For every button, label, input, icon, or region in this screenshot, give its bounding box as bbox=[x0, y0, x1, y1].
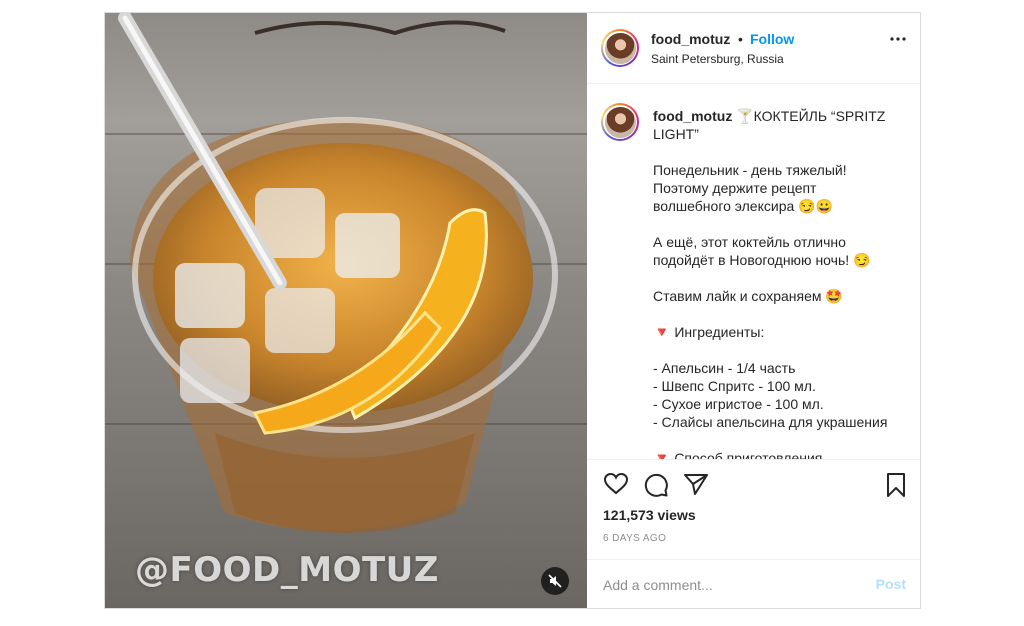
comment-input[interactable] bbox=[603, 574, 853, 596]
paper-plane-icon[interactable] bbox=[683, 472, 709, 496]
method-heading: 🔻 Способ приготовления bbox=[653, 450, 823, 459]
ingredient-item: - Апельсин - 1/4 часть bbox=[653, 360, 796, 376]
post-side-panel: food_motuz • Follow Saint Petersburg, Ru… bbox=[587, 13, 920, 608]
caption-line: Поэтому держите рецепт bbox=[653, 180, 817, 196]
ingredients-heading: 🔻 Ингредиенты: bbox=[653, 324, 765, 340]
profile-photo bbox=[604, 106, 636, 138]
muted-speaker-icon bbox=[548, 574, 562, 588]
caption-text: food_motuz 🍸КОКТЕЙЛЬ “SPRITZ LIGHT” Поне… bbox=[653, 107, 909, 459]
comment-bar: Post bbox=[587, 559, 920, 608]
view-count[interactable]: 121,573 views bbox=[603, 507, 696, 523]
cocktail-glass-image bbox=[118, 13, 558, 533]
post-header: food_motuz • Follow Saint Petersburg, Ru… bbox=[587, 13, 920, 84]
ingredient-item: - Сухое игристое - 100 мл. bbox=[653, 396, 824, 412]
caption-line: Ставим лайк и сохраняем 🤩 bbox=[653, 288, 843, 304]
caption-username[interactable]: food_motuz bbox=[653, 108, 732, 124]
caption-line: волшебного элексира 😏😀 bbox=[653, 198, 834, 214]
instagram-post: @FOOD_MOTUZ food_motuz • Follow Saint Pe… bbox=[104, 12, 921, 609]
profile-photo bbox=[604, 32, 636, 64]
caption-avatar[interactable] bbox=[601, 103, 639, 141]
heart-icon[interactable] bbox=[603, 472, 629, 496]
caption-line: подойдёт в Новогоднюю ночь! 😏 bbox=[653, 252, 871, 268]
post-timestamp[interactable]: 6 DAYS AGO bbox=[603, 533, 666, 544]
mute-button[interactable] bbox=[541, 567, 569, 595]
separator-dot: • bbox=[738, 31, 743, 47]
more-horizontal-icon[interactable] bbox=[890, 37, 906, 41]
username-link[interactable]: food_motuz bbox=[651, 31, 730, 47]
comment-icon[interactable] bbox=[643, 472, 669, 498]
caption-area[interactable]: food_motuz 🍸КОКТЕЙЛЬ “SPRITZ LIGHT” Поне… bbox=[587, 85, 920, 459]
caption-title: 🍸КОКТЕЙЛЬ “SPRITZ bbox=[732, 108, 886, 124]
caption-title-cont: LIGHT” bbox=[653, 126, 699, 142]
caption-line: Понедельник - день тяжелый! bbox=[653, 162, 847, 178]
post-comment-button[interactable]: Post bbox=[876, 576, 906, 592]
watermark-text: @FOOD_MOTUZ bbox=[135, 550, 439, 590]
follow-button[interactable]: Follow bbox=[750, 31, 794, 47]
post-video[interactable]: @FOOD_MOTUZ bbox=[105, 13, 587, 608]
avatar[interactable] bbox=[601, 29, 639, 67]
location-link[interactable]: Saint Petersburg, Russia bbox=[651, 52, 784, 66]
action-bar bbox=[587, 459, 920, 509]
caption-line: А ещё, этот коктейль отлично bbox=[653, 234, 846, 250]
ingredient-item: - Слайсы апельсина для украшения bbox=[653, 414, 888, 430]
ingredient-item: - Швепс Спритс - 100 мл. bbox=[653, 378, 816, 394]
bookmark-icon[interactable] bbox=[885, 472, 907, 498]
